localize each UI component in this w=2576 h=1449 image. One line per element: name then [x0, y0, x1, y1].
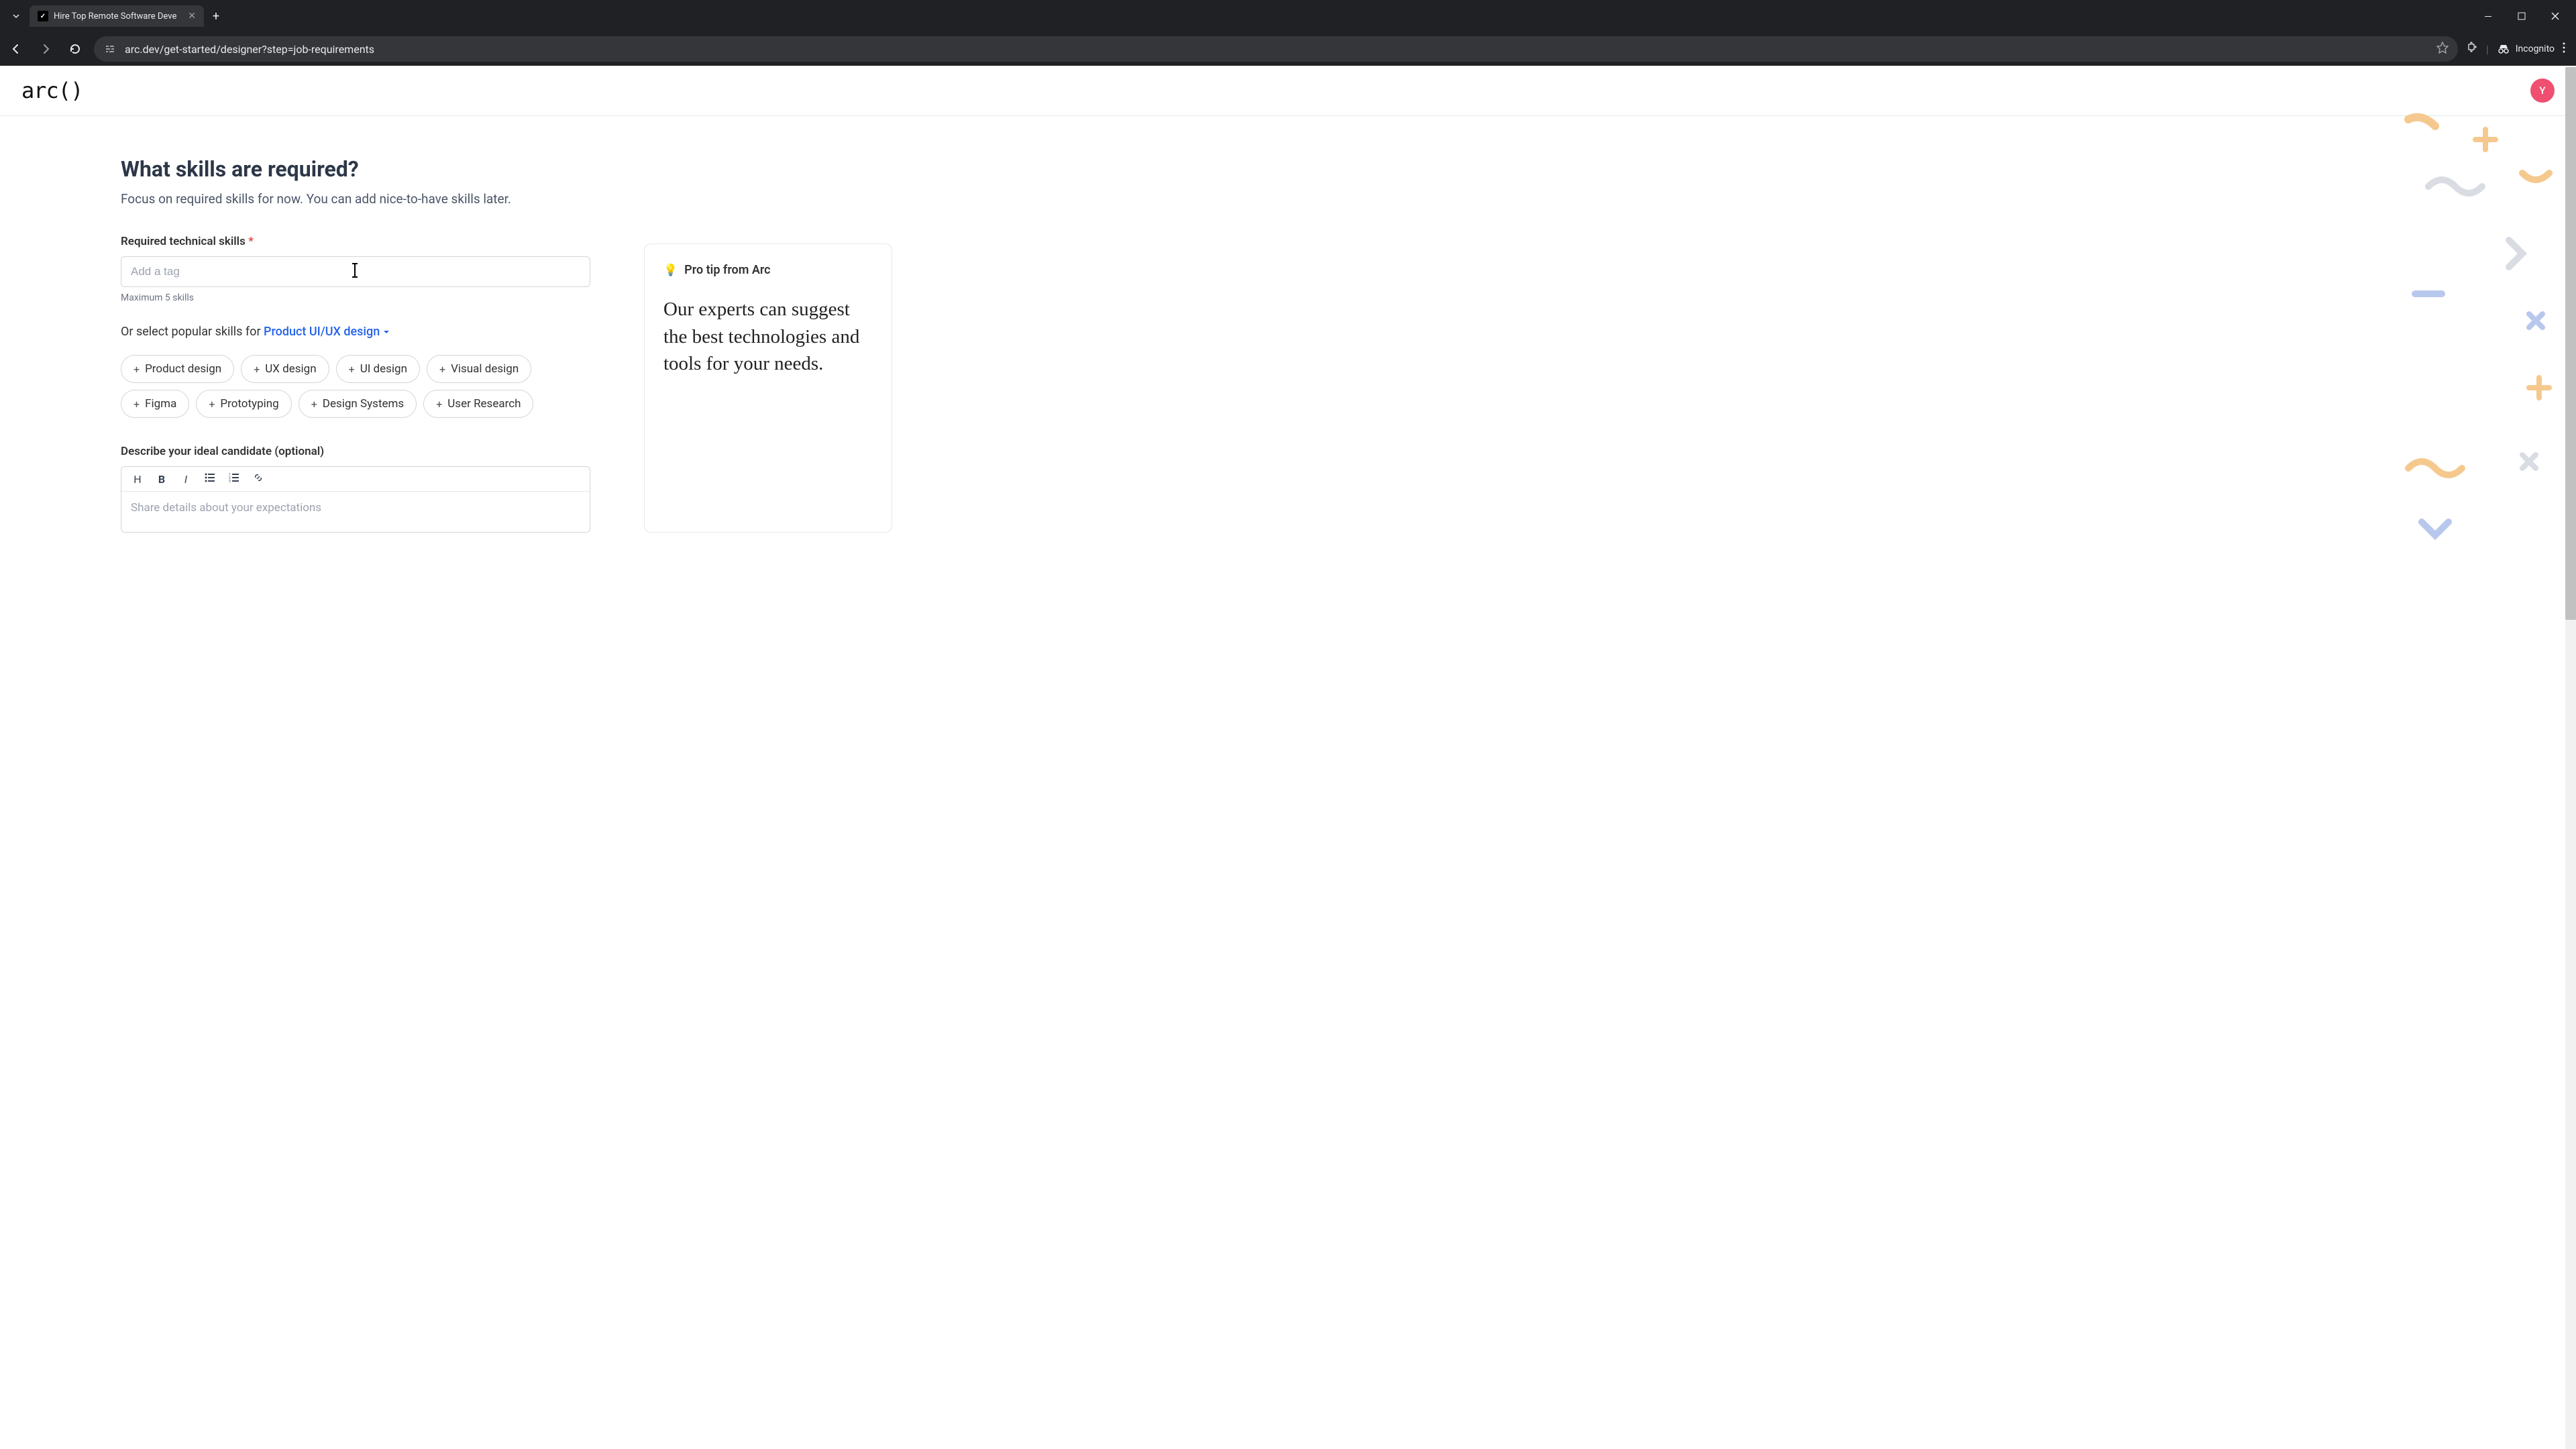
chevron-down-icon	[12, 12, 20, 20]
page-header: arc() Y	[0, 66, 2576, 116]
incognito-icon	[2497, 42, 2510, 56]
bookmark-star-button[interactable]	[2436, 42, 2449, 56]
editor-toolbar: H B I 123	[121, 467, 590, 492]
browser-chrome: ✓ Hire Top Remote Software Deve ✕ +	[0, 0, 2576, 66]
lightbulb-icon: 💡	[663, 264, 678, 277]
site-settings-icon[interactable]	[103, 42, 117, 56]
tabs-dropdown-button[interactable]	[5, 5, 27, 27]
editor-bold-button[interactable]: B	[155, 473, 168, 486]
skill-chip-user-research[interactable]: +User Research	[423, 390, 533, 418]
skill-chip-ui-design[interactable]: +UI design	[336, 355, 420, 383]
address-row: arc.dev/get-started/designer?step=job-re…	[0, 32, 2576, 66]
nav-reload-button[interactable]	[64, 38, 86, 60]
page-subtitle: Focus on required skills for now. You ca…	[121, 191, 590, 207]
skills-tag-input[interactable]	[121, 256, 590, 287]
plus-icon: +	[439, 363, 445, 376]
ordered-list-icon: 123	[229, 472, 239, 483]
arrow-right-icon	[40, 43, 52, 55]
plus-icon: +	[209, 398, 215, 411]
pro-tip-card: 💡 Pro tip from Arc Our experts can sugge…	[644, 244, 892, 533]
plus-icon: +	[311, 398, 317, 411]
rich-text-editor: H B I 123 Share details about you	[121, 466, 590, 533]
tab-favicon: ✓	[38, 11, 48, 21]
window-minimize-button[interactable]	[2473, 5, 2504, 27]
scrollbar-track[interactable]	[2565, 67, 2576, 1449]
url-text: arc.dev/get-started/designer?step=job-re…	[125, 43, 2428, 56]
kebab-icon	[2563, 42, 2565, 53]
arrow-left-icon	[10, 43, 22, 55]
required-asterisk: *	[248, 235, 254, 248]
skill-chip-figma[interactable]: +Figma	[121, 390, 189, 418]
skill-chip-product-design[interactable]: +Product design	[121, 355, 234, 383]
plus-icon: +	[349, 363, 355, 376]
editor-link-button[interactable]	[252, 472, 265, 486]
new-tab-button[interactable]: +	[207, 7, 225, 25]
puzzle-icon	[2466, 42, 2478, 54]
skill-chip-visual-design[interactable]: +Visual design	[427, 355, 531, 383]
page-title: What skills are required?	[121, 156, 590, 182]
svg-text:3: 3	[229, 480, 231, 483]
skills-field-label: Required technical skills *	[121, 235, 590, 248]
describe-field-label: Describe your ideal candidate (optional)	[121, 445, 590, 458]
skill-chip-prototyping[interactable]: +Prototyping	[196, 390, 291, 418]
maximize-icon	[2518, 12, 2526, 20]
page: arc() Y What skills are required? Focus …	[0, 66, 2576, 1448]
plus-icon: +	[436, 398, 442, 411]
arc-logo[interactable]: arc()	[21, 78, 83, 103]
editor-ordered-list-button[interactable]: 123	[227, 472, 241, 486]
nav-forward-button[interactable]	[35, 38, 56, 60]
skills-hint: Maximum 5 skills	[121, 292, 590, 303]
reload-icon	[69, 43, 81, 55]
extensions-button[interactable]	[2466, 42, 2478, 56]
plus-icon: +	[133, 363, 140, 376]
tab-close-button[interactable]: ✕	[188, 11, 196, 21]
nav-back-button[interactable]	[5, 38, 27, 60]
incognito-badge: Incognito	[2497, 42, 2555, 56]
scrollbar-thumb[interactable]	[2565, 67, 2576, 620]
editor-heading-button[interactable]: H	[131, 473, 144, 486]
skill-chip-ux-design[interactable]: +UX design	[241, 355, 329, 383]
user-avatar[interactable]: Y	[2530, 78, 2555, 103]
popular-skills-prompt: Or select popular skills for Product UI/…	[121, 325, 590, 339]
window-close-button[interactable]	[2540, 5, 2571, 27]
address-bar[interactable]: arc.dev/get-started/designer?step=job-re…	[94, 36, 2458, 62]
editor-textarea[interactable]: Share details about your expectations	[121, 492, 590, 532]
form-area: What skills are required? Focus on requi…	[121, 156, 590, 533]
tip-body-text: Our experts can suggest the best technol…	[663, 296, 873, 378]
star-icon	[2436, 42, 2449, 54]
window-maximize-button[interactable]	[2506, 5, 2537, 27]
dropdown-caret-icon	[382, 328, 390, 336]
plus-icon: +	[254, 363, 260, 376]
bullet-list-icon	[205, 472, 215, 483]
plus-icon: +	[133, 398, 140, 411]
close-icon	[2551, 12, 2559, 20]
incognito-label: Incognito	[2516, 44, 2555, 54]
tab-title: Hire Top Remote Software Deve	[54, 11, 182, 21]
tip-header-text: Pro tip from Arc	[684, 263, 770, 277]
minimize-icon	[2484, 12, 2492, 20]
browser-menu-button[interactable]	[2563, 42, 2565, 56]
popular-skills-dropdown[interactable]: Product UI/UX design	[264, 325, 390, 339]
skill-chips: +Product design +UX design +UI design +V…	[121, 355, 590, 418]
editor-bullet-list-button[interactable]	[203, 472, 217, 486]
tab-bar: ✓ Hire Top Remote Software Deve ✕ +	[0, 0, 2576, 32]
browser-tab[interactable]: ✓ Hire Top Remote Software Deve ✕	[30, 5, 204, 27]
skill-chip-design-systems[interactable]: +Design Systems	[299, 390, 417, 418]
editor-italic-button[interactable]: I	[179, 473, 193, 486]
link-icon	[253, 472, 264, 483]
